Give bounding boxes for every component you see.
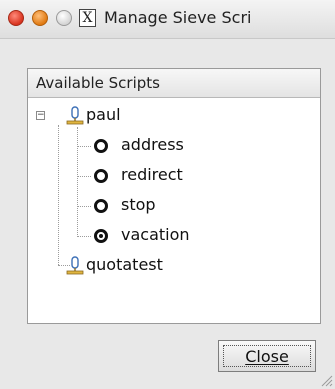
tree-connector-line [77,206,91,207]
window-minimize-button[interactable] [32,10,48,26]
script-name: redirect [121,165,183,184]
user-account-icon [66,256,84,275]
script-name: address [121,135,184,154]
window-close-button[interactable] [8,10,24,26]
tree-connector-line [77,146,91,147]
scripts-panel: Available Scripts − paul address redirec… [27,68,321,324]
script-name: vacation [121,225,190,244]
account-name: quotatest [86,255,163,274]
title-bar[interactable]: X Manage Sieve Scri [0,0,335,39]
tree-connector-line [77,176,91,177]
user-account-icon [66,106,84,125]
app-icon: X [79,9,96,27]
close-button-label: Close [245,346,289,366]
window-maximize-button[interactable] [56,10,72,26]
tree-connector-line [58,125,59,265]
tree-connector-line [77,236,91,237]
radio-button[interactable] [94,169,108,183]
close-button[interactable]: Close [218,340,316,372]
panel-header: Available Scripts [28,69,320,98]
radio-button-selected[interactable] [94,229,108,243]
minus-expander-icon[interactable]: − [36,111,45,120]
script-name: stop [121,195,156,214]
radio-button[interactable] [94,139,108,153]
radio-button[interactable] [94,199,108,213]
tree-connector-line [77,127,78,237]
account-name: paul [86,105,121,124]
window-title: Manage Sieve Scri [104,8,252,27]
resize-grip-icon[interactable] [319,373,333,387]
